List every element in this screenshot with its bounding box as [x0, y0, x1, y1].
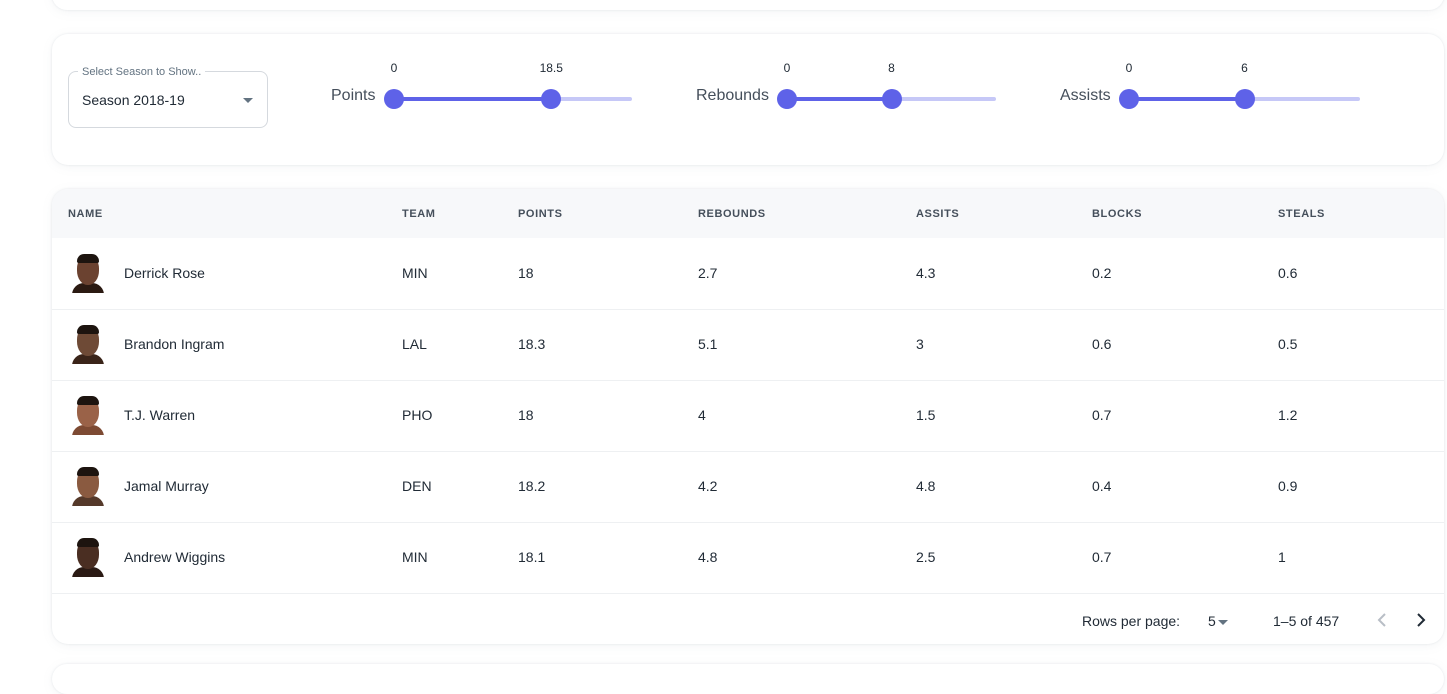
cell-points: 18.2: [518, 478, 546, 494]
cell-blocks: 0.7: [1092, 549, 1112, 565]
column-header-blocks[interactable]: BLOCKS: [1092, 208, 1142, 220]
player-avatar: [72, 395, 104, 435]
points-slider-max-thumb[interactable]: [541, 89, 562, 109]
cell-steals: 0.9: [1278, 478, 1298, 494]
bottom-card: [52, 664, 1444, 694]
table-row[interactable]: Andrew Wiggins MIN 18.1 4.8 2.5 0.7 1: [52, 522, 1444, 594]
cell-assists: 4.3: [916, 265, 936, 281]
cell-steals: 0.5: [1278, 336, 1298, 352]
column-header-name[interactable]: NAME: [68, 208, 103, 220]
cell-team: LAL: [402, 336, 427, 352]
caret-down-icon[interactable]: [243, 98, 253, 103]
rebounds-slider-min-thumb[interactable]: [777, 89, 797, 109]
rebounds-filter: Rebounds 0 8: [695, 60, 1005, 110]
cell-points: 18: [518, 407, 534, 423]
player-avatar: [72, 253, 104, 293]
cell-points: 18.1: [518, 549, 546, 565]
assists-slider-min-value: 0: [1125, 61, 1133, 75]
table-header: NAME TEAM POINTS REBOUNDS ASSITS BLOCKS …: [52, 189, 1444, 238]
cell-rebounds: 2.7: [698, 265, 718, 281]
assists-filter-label: Assists: [1060, 87, 1111, 104]
assists-slider-min-thumb[interactable]: [1119, 89, 1139, 109]
points-slider-min-thumb[interactable]: [384, 89, 404, 109]
rebounds-slider-track[interactable]: 0 8: [777, 61, 996, 109]
points-slider-max-value: 18.5: [539, 61, 563, 75]
cell-blocks: 0.7: [1092, 407, 1112, 423]
cell-steals: 1.2: [1278, 407, 1298, 423]
filter-card: Select Season to Show.. Season 2018-19 P…: [52, 34, 1444, 165]
cell-name: Jamal Murray: [124, 478, 209, 494]
cell-points: 18.3: [518, 336, 546, 352]
table-row[interactable]: Derrick Rose MIN 18 2.7 4.3 0.2 0.6: [52, 238, 1444, 310]
player-avatar: [72, 324, 104, 364]
player-avatar: [72, 466, 104, 506]
rows-per-page-label: Rows per page:: [1082, 613, 1181, 629]
rebounds-slider-max-thumb[interactable]: [881, 89, 902, 109]
next-page-button[interactable]: [1409, 608, 1433, 632]
cell-assists: 1.5: [916, 407, 936, 423]
rebounds-filter-label: Rebounds: [696, 87, 769, 104]
rebounds-slider-max-value: 8: [888, 61, 895, 75]
cell-name: Derrick Rose: [124, 265, 205, 281]
assists-slider-fill: [1129, 97, 1245, 101]
previous-page-button[interactable]: [1370, 608, 1394, 632]
cell-team: DEN: [402, 478, 432, 494]
chevron-left-icon: [1377, 613, 1386, 627]
season-select-label: Select Season to Show..: [78, 65, 206, 79]
rebounds-slider-fill: [787, 97, 892, 101]
cell-assists: 2.5: [916, 549, 936, 565]
table-row[interactable]: Brandon Ingram LAL 18.3 5.1 3 0.6 0.5: [52, 309, 1444, 381]
cell-rebounds: 4: [698, 407, 706, 423]
players-table: NAME TEAM POINTS REBOUNDS ASSITS BLOCKS …: [52, 189, 1444, 644]
cell-team: MIN: [402, 549, 428, 565]
cell-steals: 0.6: [1278, 265, 1298, 281]
points-slider-min-value: 0: [390, 61, 398, 75]
cell-points: 18: [518, 265, 534, 281]
points-slider-track[interactable]: 0 18.5: [384, 61, 632, 109]
points-slider-fill: [394, 97, 552, 101]
cell-name: Brandon Ingram: [124, 336, 225, 352]
chevron-right-icon: [1417, 613, 1426, 627]
points-filter-label: Points: [331, 87, 376, 104]
cell-rebounds: 4.8: [698, 549, 718, 565]
cell-assists: 4.8: [916, 478, 936, 494]
column-header-rebounds[interactable]: REBOUNDS: [698, 208, 766, 220]
rebounds-slider-min-value: 0: [783, 61, 791, 75]
cell-team: PHO: [402, 407, 433, 423]
pagination-range: 1–5 of 457: [1273, 613, 1340, 629]
assists-slider-track[interactable]: 0 6: [1119, 61, 1360, 109]
rows-per-page-select[interactable]: 5: [1208, 613, 1216, 629]
top-card: [52, 0, 1444, 10]
column-header-steals[interactable]: STEALS: [1278, 208, 1325, 220]
player-avatar: [72, 537, 104, 577]
cell-steals: 1: [1278, 549, 1286, 565]
cell-blocks: 0.6: [1092, 336, 1112, 352]
points-filter: Points 0 18.5: [330, 60, 640, 110]
table-pagination: Rows per page: 5 1–5 of 457: [52, 593, 1444, 644]
season-select[interactable]: Select Season to Show.. Season 2018-19: [68, 65, 268, 128]
cell-team: MIN: [402, 265, 428, 281]
cell-name: T.J. Warren: [124, 407, 196, 423]
cell-blocks: 0.2: [1092, 265, 1112, 281]
assists-slider-max-thumb[interactable]: [1234, 89, 1255, 109]
caret-down-icon[interactable]: [1218, 620, 1228, 625]
column-header-team[interactable]: TEAM: [402, 208, 436, 220]
cell-rebounds: 5.1: [698, 336, 718, 352]
assists-filter: Assists 0 6: [1059, 60, 1369, 110]
cell-name: Andrew Wiggins: [124, 549, 226, 565]
cell-blocks: 0.4: [1092, 478, 1112, 494]
column-header-assists[interactable]: ASSITS: [916, 208, 959, 220]
assists-slider-max-value: 6: [1241, 61, 1248, 75]
table-row[interactable]: T.J. Warren PHO 18 4 1.5 0.7 1.2: [52, 380, 1444, 452]
table-row[interactable]: Jamal Murray DEN 18.2 4.2 4.8 0.4 0.9: [52, 451, 1444, 523]
season-select-value[interactable]: Season 2018-19: [82, 92, 185, 108]
cell-assists: 3: [916, 336, 924, 352]
cell-rebounds: 4.2: [698, 478, 718, 494]
column-header-points[interactable]: POINTS: [518, 208, 563, 220]
